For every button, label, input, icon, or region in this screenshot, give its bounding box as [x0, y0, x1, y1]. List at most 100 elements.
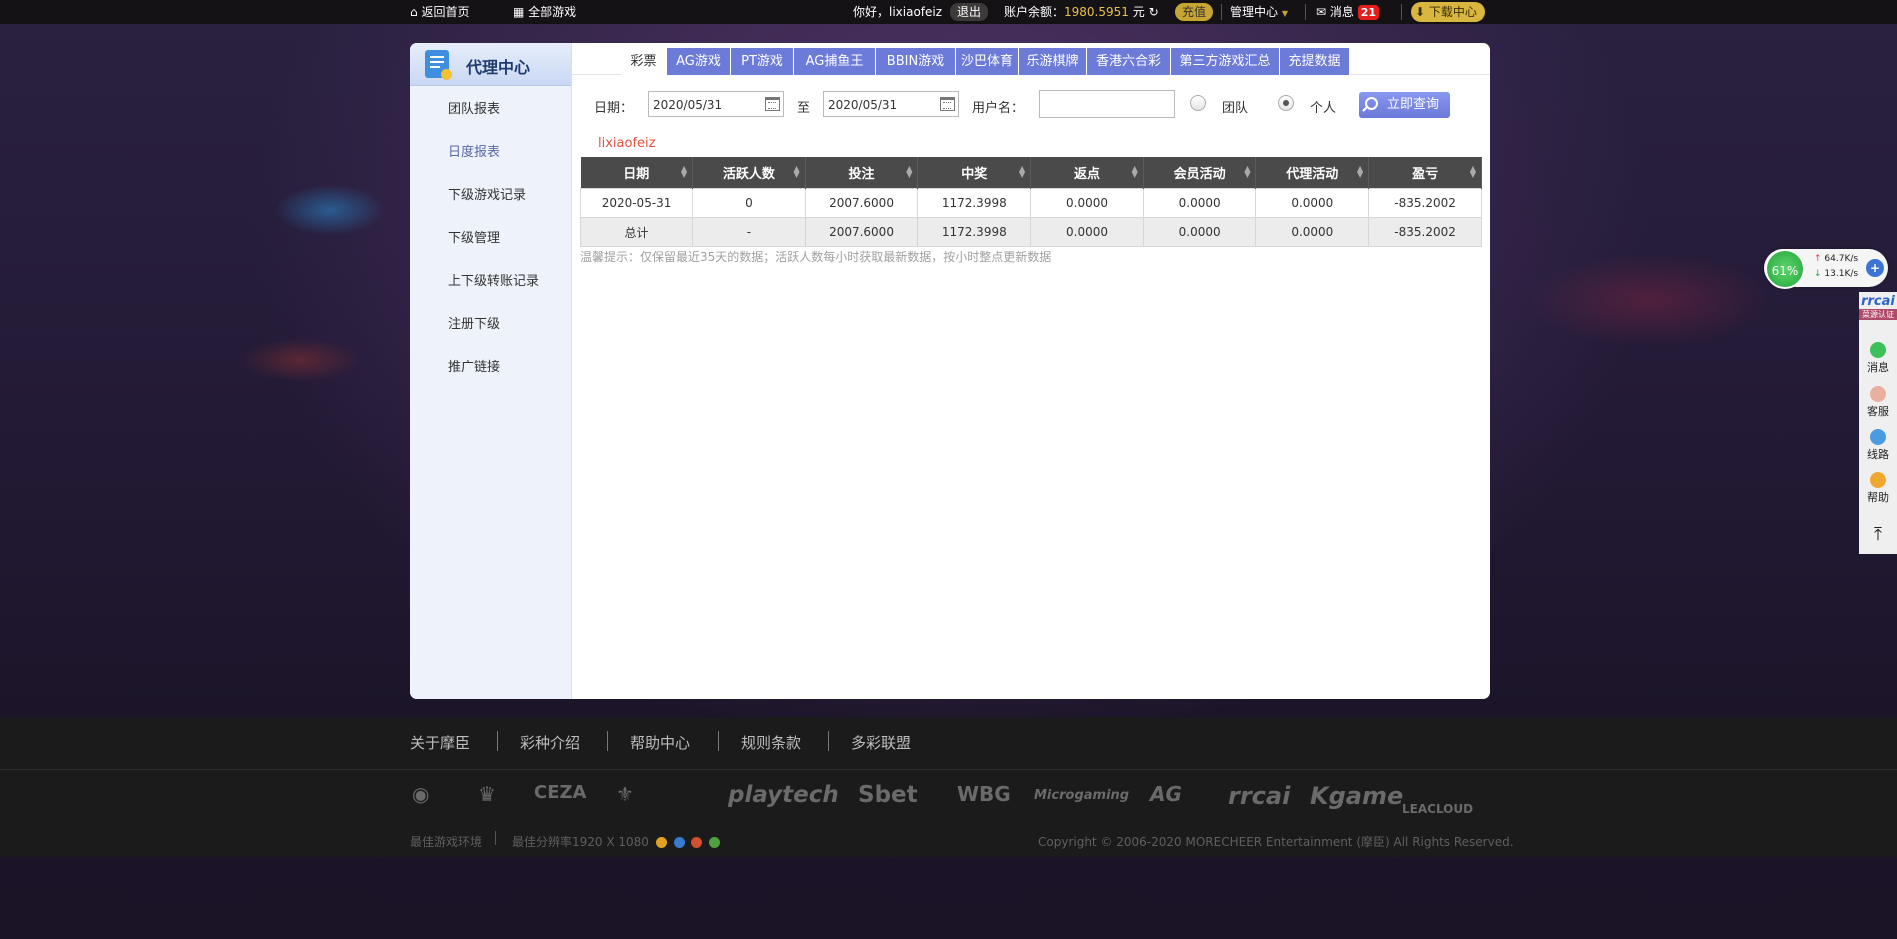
network-speed-widget[interactable]: 61% ↑ 64.7K/s ↓ 13.1K/s + — [1764, 249, 1888, 289]
sort-icon: ▲ ▼ — [1131, 164, 1138, 179]
query-button[interactable]: 立即查询 — [1359, 92, 1450, 118]
calendar-icon[interactable] — [940, 97, 955, 111]
best-env-label: 最佳游戏环境 — [410, 835, 483, 849]
sort-icon: ▲ ▼ — [1469, 164, 1476, 179]
footer: 关于摩臣 彩种介绍 帮助中心 规则条款 多彩联盟 ◉ ♛ CEZA ⚜ play… — [0, 717, 1897, 857]
copyright: Copyright © 2006-2020 MORECHEER Entertai… — [1038, 835, 1514, 849]
column-header[interactable]: 代理活动 ▲ ▼ — [1255, 157, 1370, 189]
rrcai-badge[interactable]: rrcai 菜源认证 — [1859, 294, 1897, 320]
table-row: 2020-05-31 0 2007.6000 1172.3998 0.0000 … — [579, 188, 1482, 218]
sidebar-item-register-sub[interactable]: 注册下级 — [448, 313, 500, 332]
support-icon — [1870, 386, 1886, 402]
firefox-icon — [691, 837, 703, 848]
team-radio[interactable] — [1190, 95, 1206, 111]
tab-hk-mark-six[interactable]: 香港六合彩 — [1087, 48, 1171, 75]
ie-icon — [673, 837, 685, 848]
cell-active-users: 0 — [692, 188, 806, 218]
personal-radio[interactable] — [1278, 95, 1294, 111]
to-label: 至 — [797, 101, 811, 116]
footer-link-help[interactable]: 帮助中心 — [630, 732, 690, 753]
footer-link-lottery-intro[interactable]: 彩种介绍 — [520, 732, 580, 753]
all-games-link[interactable]: ▦ 全部游戏 — [513, 0, 576, 24]
tab-saba-sports[interactable]: 沙巴体育 — [956, 48, 1019, 75]
download-center-button[interactable]: ⬇ 下载中心 — [1411, 2, 1485, 22]
tab-ag-fishing[interactable]: AG捕鱼王 — [794, 48, 876, 75]
agent-icon — [425, 50, 452, 80]
cell-member-activity: 0.0000 — [1142, 188, 1257, 218]
cell-bet: 2007.6000 — [804, 188, 919, 218]
cell-rebate: 0.0000 — [1030, 188, 1144, 218]
resolution-label: 最佳分辨率1920 X 1080 — [512, 835, 649, 849]
tab-leyou-chess[interactable]: 乐游棋牌 — [1019, 48, 1087, 75]
grid-icon: ▦ — [513, 5, 525, 19]
sidebar-item-sub-game-records[interactable]: 下级游戏记录 — [448, 184, 526, 203]
tab-ag-games[interactable]: AG游戏 — [667, 48, 731, 75]
column-header[interactable]: 盈亏 ▲ ▼ — [1368, 157, 1482, 189]
back-to-top-icon[interactable]: ⤒ — [1859, 524, 1897, 545]
divider — [607, 731, 608, 751]
messages-link[interactable]: ✉ 消息 21 — [1316, 0, 1380, 24]
column-header[interactable]: 中奖 ▲ ▼ — [917, 157, 1032, 189]
sort-icon: ▲ ▼ — [906, 164, 913, 179]
footer-link-about[interactable]: 关于摩臣 — [410, 732, 470, 753]
username-input[interactable] — [1039, 90, 1175, 118]
manage-menu[interactable]: 管理中心 ▼ — [1230, 0, 1288, 24]
date-from-input[interactable]: 2020/05/31 — [648, 91, 784, 117]
chrome-icon — [655, 837, 667, 848]
sidebar-item-daily-report[interactable]: 日度报表 — [448, 141, 500, 160]
home-link[interactable]: ⌂ 返回首页 — [410, 0, 469, 24]
brand-sub: 菜源认证 — [1859, 309, 1897, 320]
partner-logo: WBG — [957, 782, 1011, 806]
balance-label: 账户余额： — [1004, 5, 1065, 19]
sidebar-title: 代理中心 — [466, 58, 531, 77]
cell-profit-loss: -835.2002 — [1368, 188, 1482, 218]
plus-icon[interactable]: + — [1866, 259, 1884, 277]
column-header[interactable]: 返点 ▲ ▼ — [1030, 157, 1144, 189]
toolbar-messages[interactable]: 消息 — [1859, 342, 1897, 375]
all-games-label: 全部游戏 — [528, 5, 577, 19]
username-breadcrumb[interactable]: lixiaofeiz — [598, 136, 655, 151]
personal-radio-label: 个人 — [1310, 101, 1337, 116]
charge-button[interactable]: 充值 — [1175, 3, 1214, 21]
toolbar-support[interactable]: 客服 — [1859, 386, 1897, 419]
balance-unit: 元 — [1132, 5, 1145, 19]
cell-agent-activity: 0.0000 — [1255, 188, 1370, 218]
tab-deposit-withdraw[interactable]: 充提数据 — [1280, 48, 1350, 75]
balance-value: 1980.5951 — [1064, 5, 1129, 19]
date-to-value: 2020/05/31 — [828, 98, 898, 112]
column-header[interactable]: 活跃人数 ▲ ▼ — [692, 157, 806, 189]
footer-link-alliance[interactable]: 多彩联盟 — [851, 732, 911, 753]
column-header[interactable]: 投注 ▲ ▼ — [805, 157, 919, 189]
download-icon: ⬇ — [1415, 5, 1426, 19]
column-header[interactable]: 会员活动 ▲ ▼ — [1143, 157, 1257, 189]
sidebar-item-team-report[interactable]: 团队报表 — [448, 98, 500, 117]
sidebar-item-promo-link[interactable]: 推广链接 — [448, 356, 500, 375]
best-resolution: 最佳分辨率1920 X 1080 — [512, 833, 721, 850]
sidebar-item-transfer-records[interactable]: 上下级转账记录 — [448, 270, 539, 289]
toolbar-lines[interactable]: 线路 — [1859, 429, 1897, 462]
date-from-value: 2020/05/31 — [653, 98, 723, 112]
footer-link-rules[interactable]: 规则条款 — [741, 732, 801, 753]
tab-lottery[interactable]: 彩票 — [621, 48, 667, 76]
download-speed: ↓ 13.1K/s — [1814, 269, 1859, 279]
help-icon — [1870, 472, 1886, 488]
calendar-icon[interactable] — [765, 97, 780, 111]
download-label: 下载中心 — [1428, 5, 1477, 19]
logout-button[interactable]: 退出 — [950, 3, 989, 21]
refresh-icon[interactable]: ↻ — [1149, 5, 1159, 19]
column-header[interactable]: 日期 ▲ ▼ — [580, 157, 694, 189]
date-label: 日期： — [594, 101, 634, 116]
toolbar-help[interactable]: 帮助 — [1859, 472, 1897, 505]
partner-logo: CEZA — [534, 782, 587, 803]
divider — [495, 831, 496, 845]
date-to-input[interactable]: 2020/05/31 — [823, 91, 959, 117]
tab-third-party-summary[interactable]: 第三方游戏汇总 — [1171, 48, 1280, 75]
toolbar-label: 消息 — [1867, 361, 1889, 374]
crest-logo-icon: ⚜ — [616, 782, 634, 806]
line-icon — [1870, 429, 1886, 445]
tab-bbin-games[interactable]: BBIN游戏 — [876, 48, 956, 75]
partner-logo: playtech — [728, 782, 839, 808]
cell-agent-activity: 0.0000 — [1255, 217, 1370, 247]
sidebar-item-sub-management[interactable]: 下级管理 — [448, 227, 500, 246]
tab-pt-games[interactable]: PT游戏 — [731, 48, 794, 75]
